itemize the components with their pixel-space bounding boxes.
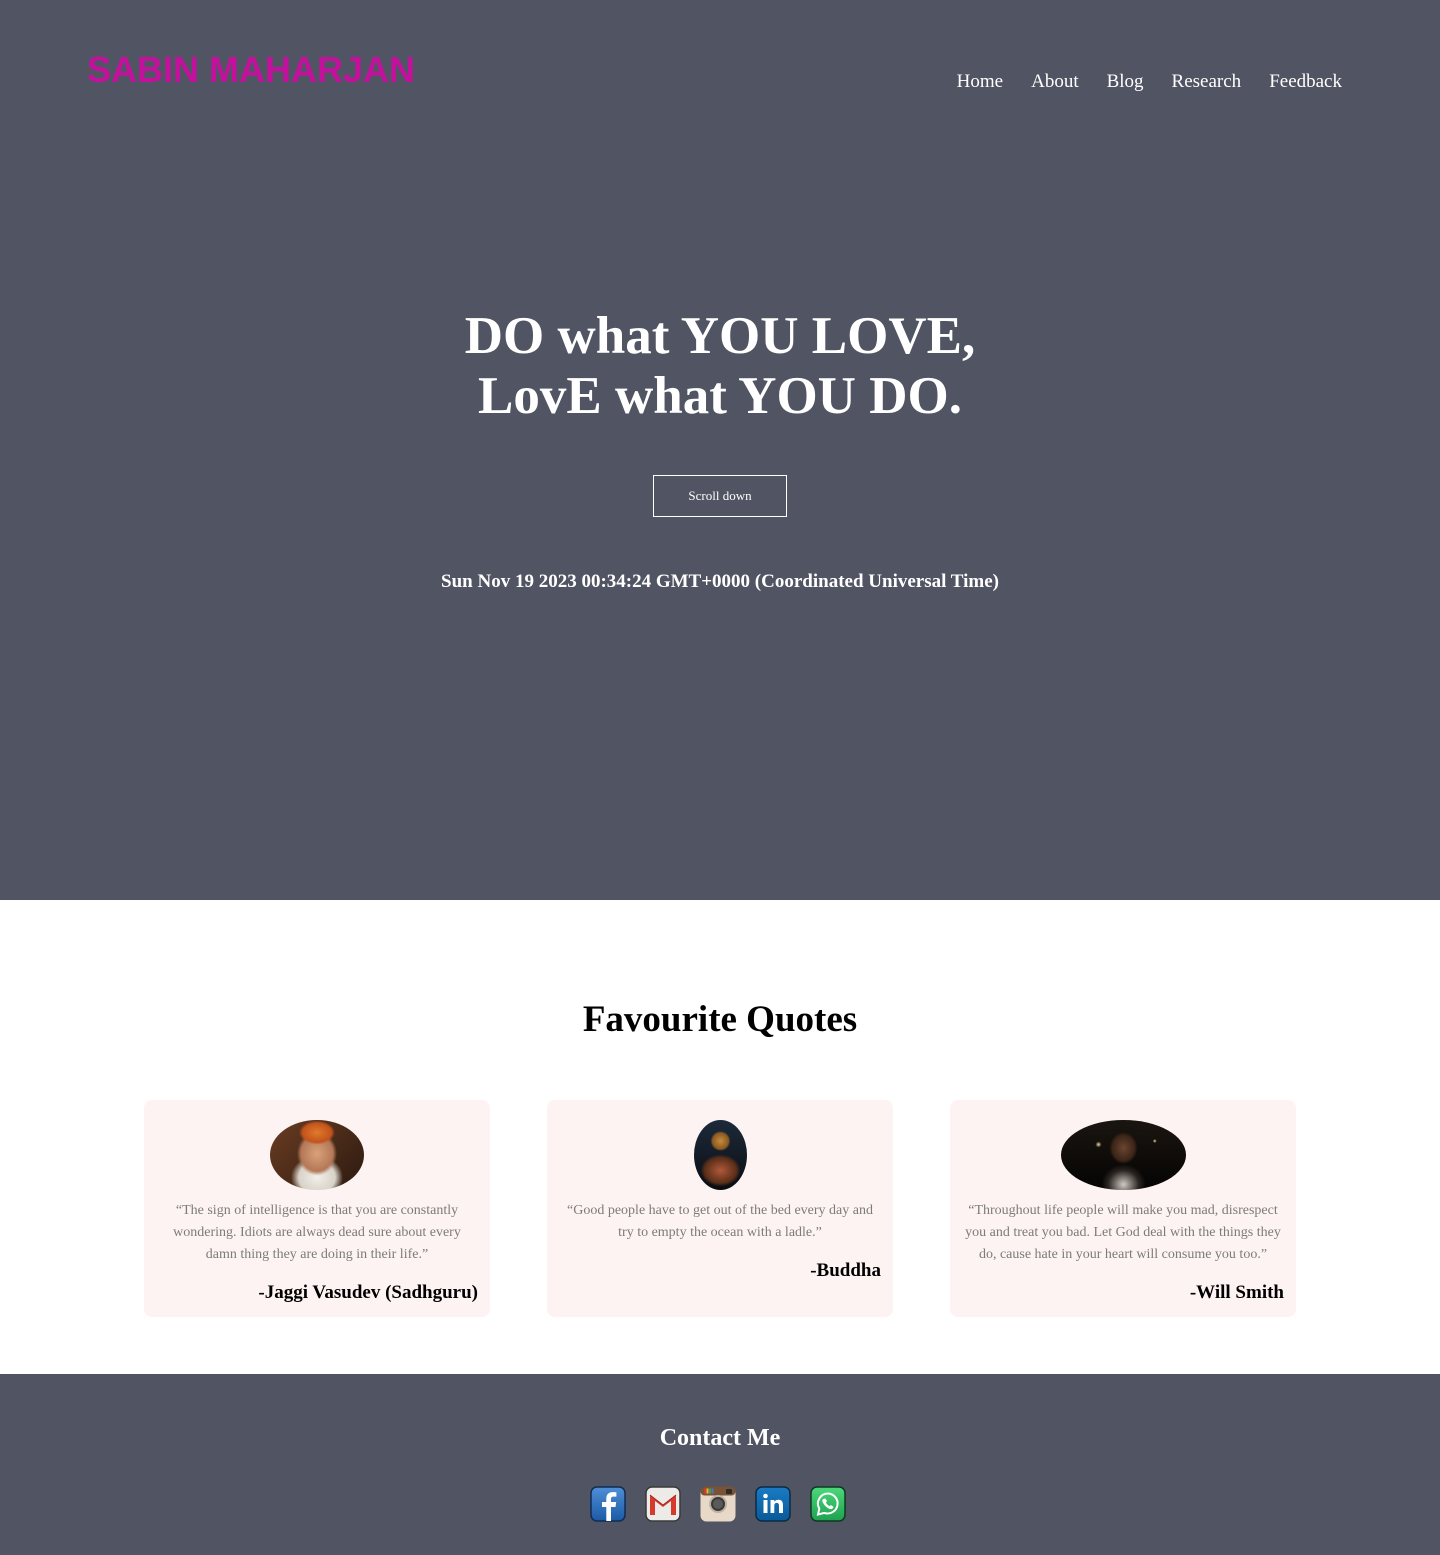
quote-card: “Throughout life people will make you ma… xyxy=(950,1100,1296,1317)
quotes-section: Favourite Quotes “The sign of intelligen… xyxy=(0,900,1440,1374)
avatar xyxy=(693,1120,747,1190)
contact-title: Contact Me xyxy=(659,1425,781,1451)
hero-title: DO what YOU LOVE, LovE what YOU DO. xyxy=(0,306,1440,426)
scroll-down-button[interactable]: Scroll down xyxy=(653,475,787,517)
quote-card: “Good people have to get out of the bed … xyxy=(547,1100,893,1317)
avatar xyxy=(270,1120,364,1190)
nav-research[interactable]: Research xyxy=(1172,70,1242,94)
instagram-icon[interactable] xyxy=(700,1486,736,1522)
hero-title-line-1: DO what YOU LOVE, xyxy=(464,307,976,365)
brand-logo[interactable]: SABIN MAHARJAN xyxy=(87,49,415,91)
contact-section: Contact Me xyxy=(0,1374,1440,1555)
quote-author: -Jaggi Vasudev (Sadhguru) xyxy=(258,1282,478,1303)
main-nav: Home About Blog Research Feedback xyxy=(957,70,1342,94)
nav-about[interactable]: About xyxy=(1031,70,1079,94)
nav-home[interactable]: Home xyxy=(957,70,1003,94)
hero-title-line-2: LovE what YOU DO. xyxy=(478,367,962,425)
nav-feedback[interactable]: Feedback xyxy=(1269,70,1342,94)
quote-card: “The sign of intelligence is that you ar… xyxy=(144,1100,490,1317)
whatsapp-icon[interactable] xyxy=(810,1486,846,1522)
quote-text: “Throughout life people will make you ma… xyxy=(965,1203,1281,1262)
quote-author: -Buddha xyxy=(810,1260,881,1281)
linkedin-icon[interactable] xyxy=(755,1486,791,1522)
avatar xyxy=(1060,1120,1186,1190)
current-datetime: Sun Nov 19 2023 00:34:24 GMT+0000 (Coord… xyxy=(441,571,999,592)
quotes-title: Favourite Quotes xyxy=(582,999,858,1040)
gmail-icon[interactable] xyxy=(645,1486,681,1522)
quote-author: -Will Smith xyxy=(1189,1282,1284,1303)
quote-text: “The sign of intelligence is that you ar… xyxy=(173,1203,461,1262)
facebook-icon[interactable] xyxy=(590,1486,626,1522)
hero-section: SABIN MAHARJAN Home About Blog Research … xyxy=(0,0,1440,900)
quote-text: “Good people have to get out of the bed … xyxy=(567,1203,873,1240)
nav-blog[interactable]: Blog xyxy=(1107,70,1144,94)
social-links xyxy=(590,1486,846,1522)
